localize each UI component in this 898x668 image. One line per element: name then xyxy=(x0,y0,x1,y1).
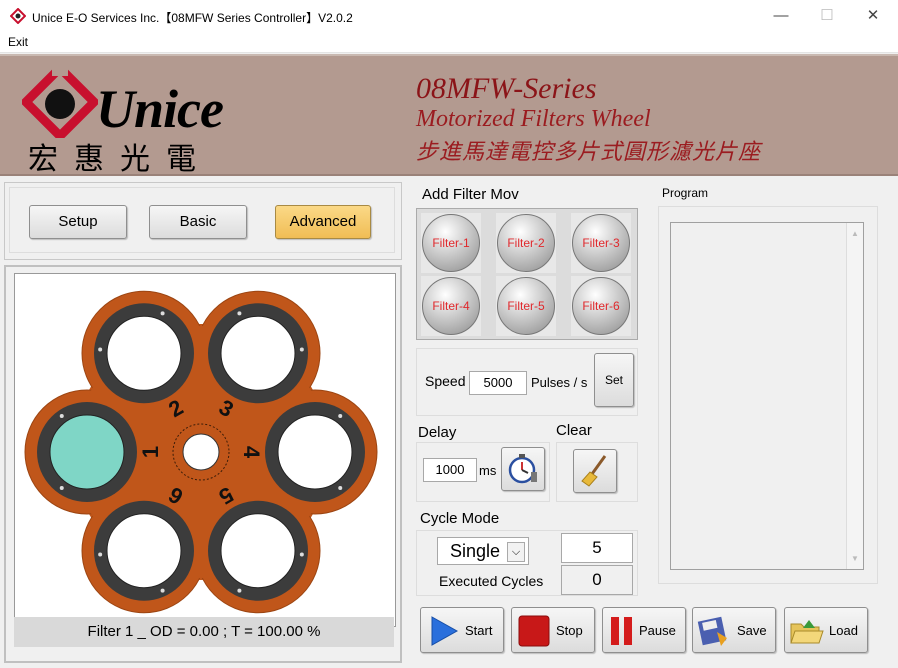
speed-group: Speed 5000 Pulses / s Set xyxy=(416,348,638,416)
folder-open-icon xyxy=(790,620,824,644)
cycle-count-input[interactable]: 5 xyxy=(561,533,633,563)
clear-group xyxy=(556,442,638,502)
add-filter-title: Add Filter Mov xyxy=(422,186,519,203)
app-icon xyxy=(10,8,26,24)
start-label: Start xyxy=(465,623,493,638)
wheel-view[interactable]: 123456 xyxy=(14,273,396,627)
center-hole xyxy=(182,433,220,471)
middle-panel: Add Filter Mov Filter-1 Filter-2 Filter-… xyxy=(408,180,648,668)
filter-status: Filter 1 _ OD = 0.00 ; T = 100.00 % xyxy=(14,617,394,647)
executed-cycles-value: 0 xyxy=(561,565,633,595)
title-bar: Unice E-O Services Inc.【08MFW Series Con… xyxy=(0,0,898,32)
stopwatch-icon xyxy=(508,454,537,484)
logo-chinese: 宏惠光電 xyxy=(28,142,212,177)
product-subtitle-chinese: 步進馬達電控多片式圓形濾光片座 xyxy=(416,140,762,165)
filter-hole-5 xyxy=(220,513,296,589)
program-panel: Program ▲ ▼ xyxy=(654,180,894,598)
filter-5-button[interactable]: Filter-5 xyxy=(497,277,555,335)
series-title: 08MFW-Series xyxy=(416,72,597,105)
delay-input[interactable]: 1000 xyxy=(423,458,477,482)
logo-text: Unice xyxy=(96,79,224,139)
save-label: Save xyxy=(737,623,767,638)
clear-button[interactable] xyxy=(573,449,617,493)
cycle-mode-value: Single xyxy=(450,541,501,561)
clear-label: Clear xyxy=(556,422,592,439)
scroll-down-icon[interactable]: ▼ xyxy=(851,554,859,563)
filter-hole-6 xyxy=(106,513,182,589)
filter-wheel-diagram: 12 3456 xyxy=(24,290,378,614)
filter-6-button[interactable]: Filter-6 xyxy=(572,277,630,335)
minimize-button[interactable]: — xyxy=(758,0,804,32)
scroll-up-icon[interactable]: ▲ xyxy=(851,229,859,238)
program-list[interactable]: ▲ ▼ xyxy=(670,222,864,570)
filter-buttons-group: Filter-1 Filter-2 Filter-3 Filter-4 Filt… xyxy=(416,208,638,340)
product-subtitle: Motorized Filters Wheel xyxy=(416,106,651,132)
filter-4-button[interactable]: Filter-4 xyxy=(422,277,480,335)
executed-cycles-label: Executed Cycles xyxy=(439,573,544,589)
wheel-number-1: 1 xyxy=(138,446,163,458)
program-title: Program xyxy=(662,186,709,200)
stop-icon xyxy=(518,615,550,647)
maximize-button[interactable]: ☐ xyxy=(804,0,850,32)
stop-label: Stop xyxy=(556,623,583,638)
filter-hole-4 xyxy=(277,414,353,490)
add-delay-button[interactable] xyxy=(501,447,545,491)
load-label: Load xyxy=(829,623,858,638)
floppy-disk-icon xyxy=(697,616,727,646)
chevron-down-icon[interactable]: ⌵ xyxy=(507,542,525,562)
filter-3-button[interactable]: Filter-3 xyxy=(572,214,630,272)
tab-panel: Setup Basic Advanced xyxy=(4,182,402,260)
banner: Unice 宏惠光電 08MFW-Series Motorized Filter… xyxy=(0,54,898,177)
tab-setup[interactable]: Setup xyxy=(29,205,127,239)
tab-basic[interactable]: Basic xyxy=(149,205,247,239)
window-title: Unice E-O Services Inc.【08MFW Series Con… xyxy=(32,11,353,25)
speed-input[interactable]: 5000 xyxy=(469,371,527,395)
delay-unit: ms xyxy=(479,463,497,478)
tab-advanced[interactable]: Advanced xyxy=(275,205,371,239)
wheel-panel: 123456 Filter 1 _ OD = 0.00 ; T = 100.00… xyxy=(4,265,402,663)
delay-group: 1000 ms xyxy=(416,442,550,502)
program-scrollbar[interactable]: ▲ ▼ xyxy=(846,223,863,569)
pause-label: Pause xyxy=(639,623,676,638)
cycle-mode-select[interactable]: Single ⌵ xyxy=(437,537,529,565)
filter-hole-2 xyxy=(106,315,182,391)
save-button[interactable]: Save xyxy=(692,607,776,653)
stop-button[interactable]: Stop xyxy=(511,607,595,653)
menu-bar: Exit xyxy=(0,32,898,53)
speed-unit: Pulses / s xyxy=(531,375,588,390)
cycle-mode-label: Cycle Mode xyxy=(420,510,500,527)
play-icon xyxy=(431,616,459,646)
speed-set-button[interactable]: Set xyxy=(594,353,634,407)
menu-exit[interactable]: Exit xyxy=(8,35,28,49)
logo-mark-icon xyxy=(22,64,98,138)
cycle-group: Single ⌵ 5 Executed Cycles 0 xyxy=(416,530,638,596)
speed-label: Speed xyxy=(425,373,466,389)
wheel-number-4: 4 xyxy=(239,446,264,459)
filter-hole-1 xyxy=(49,414,125,490)
start-button[interactable]: Start xyxy=(420,607,504,653)
filter-hole-3 xyxy=(220,315,296,391)
delay-label: Delay xyxy=(418,424,457,441)
filter-1-button[interactable]: Filter-1 xyxy=(422,214,480,272)
load-button[interactable]: Load xyxy=(784,607,868,653)
pause-icon xyxy=(611,617,632,645)
filter-2-button[interactable]: Filter-2 xyxy=(497,214,555,272)
broom-icon xyxy=(581,455,607,487)
pause-button[interactable]: Pause xyxy=(602,607,686,653)
close-button[interactable]: ✕ xyxy=(850,0,896,32)
